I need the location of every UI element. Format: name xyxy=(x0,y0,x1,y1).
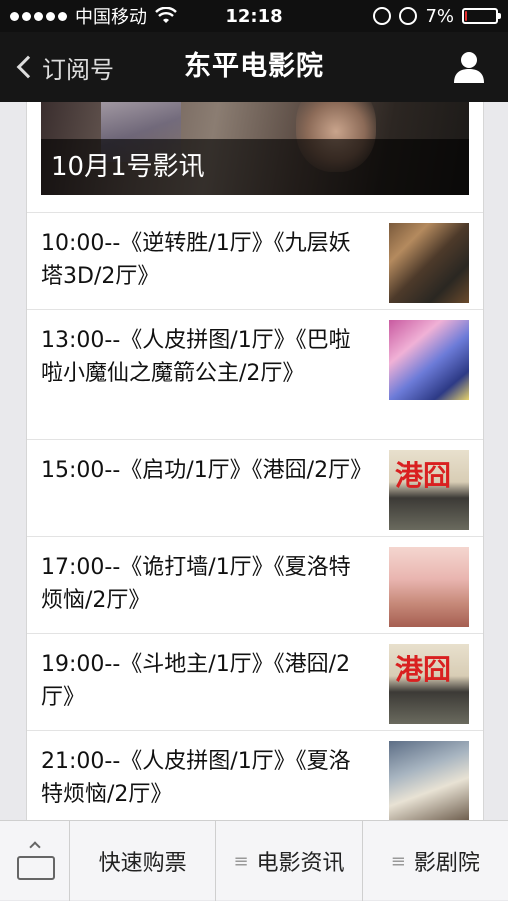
schedule-text: 21:00--《人皮拼图/1厅》《夏洛特烦恼/2厅》 xyxy=(41,749,351,807)
signal-strength-icon xyxy=(10,11,67,21)
schedule-text: 10:00--《逆转胜/1厅》《九层妖塔3D/2厅》 xyxy=(41,231,351,289)
menu-lines-icon: ≡ xyxy=(390,850,406,872)
schedule-item[interactable]: 15:00--《启功/1厅》《港囧/2厅》 港囧 xyxy=(27,439,483,536)
movie-poster-thumbnail xyxy=(389,741,469,820)
battery-level xyxy=(465,11,467,21)
chevron-left-icon xyxy=(16,55,40,79)
status-bar: 中国移动 12:18 7% xyxy=(0,0,508,32)
menu-theater[interactable]: ≡ 影剧院 xyxy=(363,821,508,901)
chevron-up-icon xyxy=(29,841,41,853)
poster-title: 港囧 xyxy=(395,653,452,686)
movie-poster-thumbnail xyxy=(389,547,469,627)
menu-label: 电影资讯 xyxy=(256,851,345,876)
schedule-item[interactable]: 10:00--《逆转胜/1厅》《九层妖塔3D/2厅》 xyxy=(27,212,483,309)
menu-movie-news[interactable]: ≡ 电影资讯 xyxy=(216,821,363,901)
schedule-item[interactable]: 13:00--《人皮拼图/1厅》《巴啦啦小魔仙之魔箭公主/2厅》 xyxy=(27,309,483,439)
nav-bar: 订阅号 东平电影院 xyxy=(0,32,508,102)
back-label: 订阅号 xyxy=(42,55,114,84)
schedule-text: 15:00--《启功/1厅》《港囧/2厅》 xyxy=(41,458,373,483)
menu-lines-icon: ≡ xyxy=(233,850,249,872)
movie-poster-thumbnail: 港囧 xyxy=(389,644,469,724)
schedule-item[interactable]: 17:00--《诡打墙/1厅》《夏洛特烦恼/2厅》 xyxy=(27,536,483,633)
article-content: 10月1号影讯 10:00--《逆转胜/1厅》《九层妖塔3D/2厅》 13:00… xyxy=(26,102,484,820)
cover-image[interactable]: 10月1号影讯 xyxy=(41,102,469,195)
menu-label: 快速购票 xyxy=(98,851,187,876)
movie-poster-thumbnail xyxy=(389,223,469,303)
poster-title: 港囧 xyxy=(395,459,452,492)
schedule-text: 13:00--《人皮拼图/1厅》《巴啦啦小魔仙之魔箭公主/2厅》 xyxy=(41,328,351,386)
schedule-item[interactable]: 19:00--《斗地主/1厅》《港囧/2厅》 港囧 xyxy=(27,633,483,730)
schedule-text: 17:00--《诡打墙/1厅》《夏洛特烦恼/2厅》 xyxy=(41,555,351,613)
back-button[interactable]: 订阅号 xyxy=(14,32,114,102)
menu-quick-ticket[interactable]: 快速购票 xyxy=(70,821,217,901)
keyboard-toggle-button[interactable] xyxy=(0,821,70,901)
carrier-name: 中国移动 xyxy=(75,7,147,28)
wifi-icon xyxy=(155,7,177,23)
rotation-lock-icon xyxy=(373,7,392,25)
alarm-icon xyxy=(399,7,418,25)
movie-poster-thumbnail xyxy=(389,320,469,400)
battery-icon xyxy=(462,8,501,24)
keyboard-icon xyxy=(17,856,55,880)
schedule-item[interactable]: 21:00--《人皮拼图/1厅》《夏洛特烦恼/2厅》 xyxy=(27,730,483,820)
profile-icon[interactable] xyxy=(452,50,486,84)
battery-percent: 7% xyxy=(425,5,454,27)
menu-label: 影剧院 xyxy=(413,851,480,876)
schedule-text: 19:00--《斗地主/1厅》《港囧/2厅》 xyxy=(41,652,351,710)
cover-title: 10月1号影讯 xyxy=(51,152,205,182)
movie-poster-thumbnail: 港囧 xyxy=(389,450,469,530)
bottom-menu: 快速购票 ≡ 电影资讯 ≡ 影剧院 xyxy=(0,820,508,901)
